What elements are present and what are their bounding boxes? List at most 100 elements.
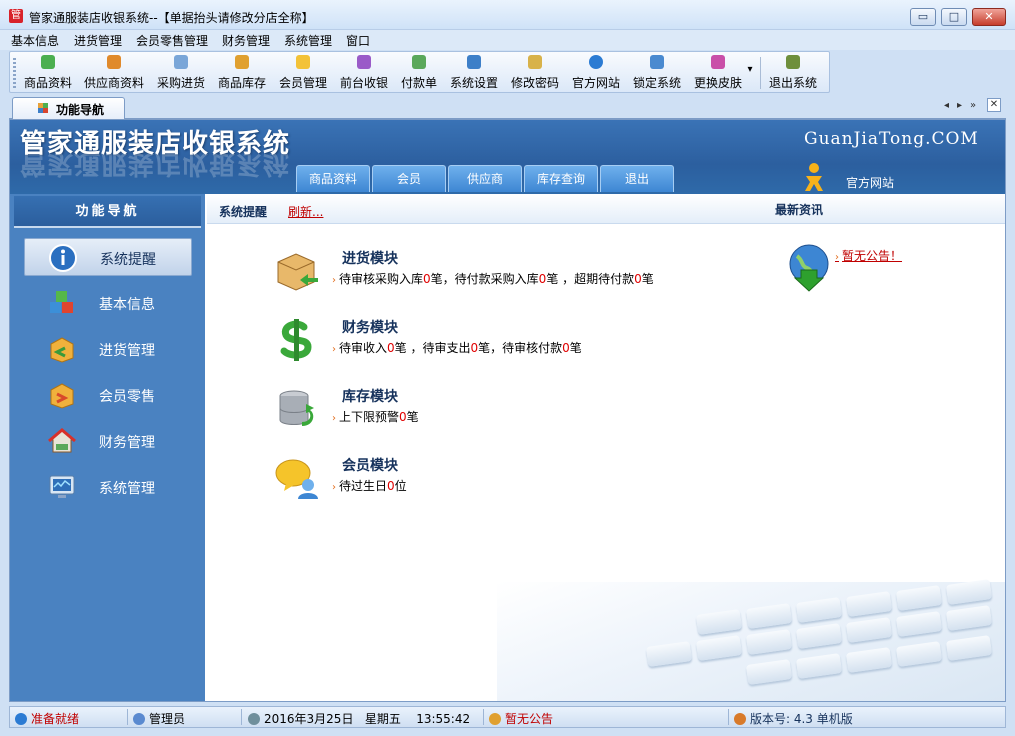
app-logo-icon: 管	[9, 9, 23, 23]
banner-site: GuanJiaTong.COM	[804, 129, 979, 149]
inventory-icon	[235, 55, 249, 69]
sidebar-item-label: 系统管理	[99, 481, 155, 497]
tab-overflow-button[interactable]: »	[970, 100, 976, 111]
toolbar-separator	[760, 57, 761, 89]
toolbar-website-button[interactable]: 官方网站	[570, 55, 622, 91]
main-toolbar: 商品资料 供应商资料 采购进货 商品库存 会员管理 前台收银 付款单 系统设置 …	[9, 51, 830, 93]
menu-system[interactable]: 系统管理	[284, 32, 332, 49]
toolbar-supplier-button[interactable]: 供应商资料	[82, 55, 146, 91]
tab-scroll-right-button[interactable]: ▸	[957, 100, 962, 111]
status-separator	[728, 709, 729, 725]
notice-link[interactable]: › 暂无公告！	[835, 247, 902, 264]
status-weekday: 星期五	[364, 712, 401, 726]
menu-purchase[interactable]: 进货管理	[74, 32, 122, 49]
box-out-icon	[50, 383, 74, 409]
toolbar-password-button[interactable]: 修改密码	[509, 55, 561, 91]
chevron-right-icon: ›	[332, 482, 336, 493]
sidebar-item-reminder[interactable]: 系统提醒	[24, 238, 192, 276]
sidebar-item-basic-info[interactable]: 基本信息	[24, 284, 192, 322]
nav-tab-exit[interactable]: 退出	[600, 165, 674, 192]
running-person-icon[interactable]	[800, 162, 828, 192]
status-text: 笔 ，待审支出	[394, 341, 471, 355]
cashier-icon	[357, 55, 371, 69]
toolbar-settings-button[interactable]: 系统设置	[448, 55, 500, 91]
nav-tab-goods[interactable]: 商品资料	[296, 165, 370, 192]
globe-download-icon	[789, 244, 829, 292]
goods-icon	[41, 55, 55, 69]
cubes-icon	[50, 291, 73, 313]
status-text: 待审收入	[339, 341, 388, 355]
window-title: 管家通服装店收银系统--【单据抬头请修改分店全称】	[29, 11, 314, 25]
official-site-link[interactable]: 官方网站	[846, 174, 894, 191]
nav-tab-stock[interactable]: 库存查询	[524, 165, 598, 192]
key-icon	[528, 55, 542, 69]
sidebar-item-member-retail[interactable]: 会员零售	[24, 376, 192, 414]
maximize-button[interactable]: □	[941, 8, 967, 26]
keyboard-key	[845, 647, 893, 673]
content-title: 系统提醒	[219, 205, 268, 219]
menu-finance[interactable]: 财务管理	[222, 32, 270, 49]
status-ie-icon	[15, 713, 27, 725]
count-value: 0	[423, 272, 431, 286]
module-member[interactable]: 会员模块 › 待过生日0位	[274, 455, 754, 505]
status-user: 管理员	[133, 710, 185, 727]
keyboard-key	[895, 585, 943, 611]
menu-window[interactable]: 窗口	[346, 32, 370, 49]
toolbar-cashier-button[interactable]: 前台收银	[338, 55, 390, 91]
sidebar-item-system[interactable]: 系统管理	[24, 468, 192, 506]
sidebar-item-purchase[interactable]: 进货管理	[24, 330, 192, 368]
nav-tab-member[interactable]: 会员	[372, 165, 446, 192]
database-icon	[279, 390, 314, 426]
module-purchase[interactable]: 进货模块 › 待审核采购入库0笔，待付款采购入库0笔 ，超期待付款0笔	[274, 248, 754, 298]
sidebar: 功能导航 系统提醒 基本信息 进货管理 会员零售 财务管理 系统管理	[10, 194, 205, 701]
content-panel: 系统提醒 刷新... 最新资讯 进货模块 › 待审核采购入库0笔，待付款采购入库0…	[207, 194, 1005, 701]
toolbar-payment-button[interactable]: 付款单	[399, 55, 439, 91]
keyboard-key	[745, 603, 793, 629]
toolbar-lock-button[interactable]: 锁定系统	[631, 55, 683, 91]
document-tab-strip: 功能导航 ◂ ▸ » ✕	[9, 95, 1006, 119]
status-text: 笔	[569, 341, 582, 355]
toolbar-goods-button[interactable]: 商品资料	[22, 55, 74, 91]
keyboard-key	[945, 635, 993, 661]
sidebar-item-label: 进货管理	[99, 343, 155, 359]
toolbar-skin-button[interactable]: 更换皮肤	[692, 55, 744, 91]
status-date: 2016年3月25日	[264, 712, 354, 726]
module-status-line: › 待审收入0笔 ，待审支出0笔，待审核付款0笔	[332, 339, 582, 356]
chat-member-icon	[275, 459, 318, 499]
status-notice[interactable]: 暂无公告	[489, 710, 553, 727]
status-text: 位	[394, 479, 407, 493]
tab-function-nav[interactable]: 功能导航	[12, 97, 125, 119]
tab-label: 功能导航	[56, 103, 105, 117]
menu-member-retail[interactable]: 会员零售管理	[136, 32, 208, 49]
module-inventory[interactable]: 库存模块 › 上下限预警0笔	[274, 386, 754, 436]
count-value: 0	[470, 341, 479, 355]
tab-scroll-left-button[interactable]: ◂	[944, 100, 949, 111]
module-finance[interactable]: 财务模块 › 待审收入0笔 ，待审支出0笔，待审核付款0笔	[274, 317, 754, 367]
chevron-right-icon: ›	[332, 344, 336, 355]
toolbar-exit-button[interactable]: 退出系统	[767, 55, 819, 91]
menu-basic-info[interactable]: 基本信息	[11, 32, 59, 49]
refresh-link[interactable]: 刷新...	[288, 203, 323, 220]
sidebar-item-finance[interactable]: 财务管理	[24, 422, 192, 460]
status-text: 笔	[641, 272, 654, 286]
sidebar-item-label: 基本信息	[99, 297, 155, 313]
keyboard-key	[895, 611, 943, 637]
toolbar-inventory-button[interactable]: 商品库存	[216, 55, 268, 91]
module-title: 财务模块	[342, 320, 398, 336]
count-value: 0	[387, 341, 395, 355]
dollar-icon	[280, 319, 312, 361]
status-time: 13:55:42	[416, 712, 471, 726]
keyboard-key	[895, 641, 943, 667]
tab-close-button[interactable]: ✕	[987, 98, 1001, 112]
count-value: 0	[634, 272, 642, 286]
toolbar-grip[interactable]	[13, 58, 16, 88]
minimize-button[interactable]: ▭	[910, 8, 936, 26]
status-separator	[241, 709, 242, 725]
skin-icon	[711, 55, 725, 69]
close-button[interactable]: ✕	[972, 8, 1006, 26]
notice-bullet-icon: ›	[835, 252, 839, 263]
nav-tab-supplier[interactable]: 供应商	[448, 165, 522, 192]
toolbar-purchase-button[interactable]: 采购进货	[155, 55, 207, 91]
status-user-text: 管理员	[149, 712, 186, 726]
toolbar-member-button[interactable]: 会员管理	[277, 55, 329, 91]
